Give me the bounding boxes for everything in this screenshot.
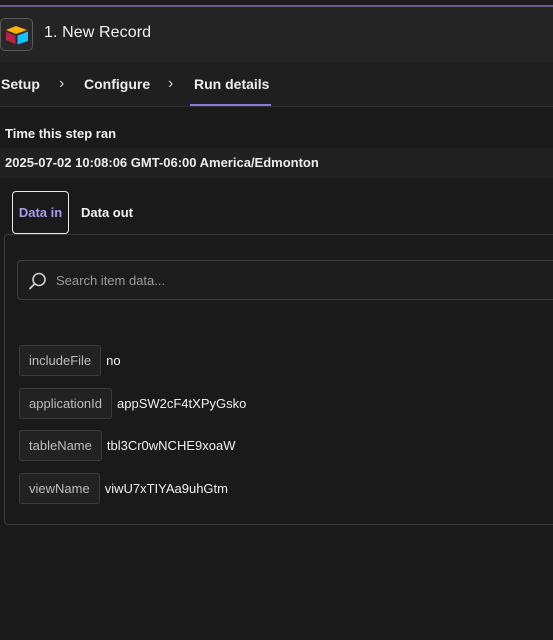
chevron-right-icon: ›	[59, 75, 65, 92]
field-key: tableName	[19, 430, 102, 461]
search-icon	[29, 272, 46, 290]
nav-run-details[interactable]: Run details	[194, 76, 269, 92]
chevron-right-icon: ›	[168, 75, 174, 92]
data-field-row: viewName viwU7xTIYAa9uhGtm	[19, 473, 228, 504]
time-ran-value: 2025-07-02 10:08:06 GMT-06:00 America/Ed…	[5, 155, 319, 170]
search-input[interactable]	[56, 261, 546, 299]
active-nav-indicator	[190, 104, 271, 106]
field-value: tbl3Cr0wNCHE9xoaW	[106, 438, 236, 453]
field-value: appSW2cF4tXPyGsko	[117, 396, 247, 411]
time-ran-label: Time this step ran	[5, 126, 117, 141]
field-key: includeFile	[19, 345, 102, 376]
data-field-row: tableName tbl3Cr0wNCHE9xoaW	[19, 430, 235, 461]
search-box[interactable]	[17, 260, 553, 300]
airtable-logo-icon	[0, 18, 33, 51]
field-value: viwU7xTIYAa9uhGtm	[104, 481, 228, 496]
field-key: applicationId	[19, 388, 112, 419]
tab-data-in[interactable]: Data in	[12, 191, 69, 234]
data-field-row: applicationId appSW2cF4tXPyGsko	[19, 388, 246, 419]
nav-configure[interactable]: Configure	[84, 76, 150, 92]
step-title: 1. New Record	[44, 24, 152, 41]
data-field-row: includeFile no	[19, 345, 121, 376]
tab-data-out[interactable]: Data out	[81, 205, 133, 220]
step-nav: Setup › Configure › Run details	[0, 63, 553, 107]
field-key: viewName	[19, 473, 100, 504]
nav-setup[interactable]: Setup	[1, 76, 40, 92]
window-top-bar	[0, 0, 553, 7]
field-value: no	[106, 353, 121, 368]
step-header: 1. New Record	[0, 7, 553, 63]
